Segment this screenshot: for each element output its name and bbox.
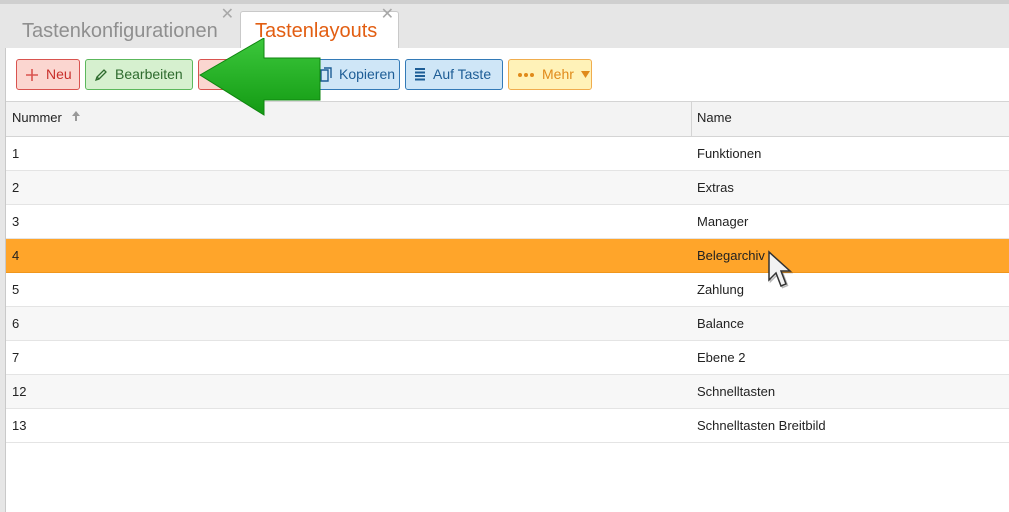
cell-number: 2 <box>12 180 20 195</box>
content-panel: Neu Bearbeiten Kopieren Auf Taste Mehr N… <box>5 48 1009 512</box>
cell-number: 5 <box>12 282 20 297</box>
data-grid: Nummer Name 1 Funktionen 2 Extras 3 Mana… <box>6 101 1009 443</box>
assign-key-button-label: Auf Taste <box>433 66 492 82</box>
column-header-number[interactable]: Nummer <box>12 102 81 134</box>
new-button-label: Neu <box>46 66 72 82</box>
cell-number: 6 <box>12 316 20 331</box>
list-icon <box>414 67 426 82</box>
tab-label: Tastenkonfigurationen <box>22 20 218 42</box>
grid-header: Nummer Name <box>6 101 1009 137</box>
cell-number: 13 <box>12 418 27 433</box>
toolbar: Neu Bearbeiten Kopieren Auf Taste Mehr <box>6 48 1009 101</box>
cell-number: 4 <box>12 248 20 263</box>
close-icon[interactable]: ✕ <box>221 5 234 25</box>
column-divider[interactable] <box>691 102 692 136</box>
cell-name: Schnelltasten Breitbild <box>697 418 826 433</box>
cell-number: 7 <box>12 350 20 365</box>
close-icon[interactable]: ✕ <box>381 5 394 25</box>
assign-key-button[interactable]: Auf Taste <box>405 59 503 90</box>
edit-button-label: Bearbeiten <box>115 66 183 82</box>
column-header-name[interactable]: Name <box>697 102 732 134</box>
more-button[interactable]: Mehr <box>508 59 592 90</box>
mouse-cursor-icon <box>768 250 793 289</box>
table-row[interactable]: 12 Schnelltasten <box>6 375 1009 409</box>
plus-icon <box>25 68 39 82</box>
grid-body: 1 Funktionen 2 Extras 3 Manager 4 Belega… <box>6 137 1009 443</box>
cell-name: Belegarchiv <box>697 248 765 263</box>
table-row[interactable]: 13 Schnelltasten Breitbild <box>6 409 1009 443</box>
table-row[interactable]: 7 Ebene 2 <box>6 341 1009 375</box>
cell-number: 12 <box>12 384 27 399</box>
sort-up-icon <box>71 102 81 134</box>
cell-name: Funktionen <box>697 146 762 161</box>
cell-name: Zahlung <box>697 282 744 297</box>
tab-bar: Tastenkonfigurationen ✕ Tastenlayouts ✕ <box>0 0 1009 52</box>
cell-name: Schnelltasten <box>697 384 776 399</box>
cell-name: Balance <box>697 316 744 331</box>
table-row-selected[interactable]: 4 Belegarchiv <box>6 239 1009 273</box>
copy-button-label: Kopieren <box>339 66 396 82</box>
pencil-icon <box>94 68 108 82</box>
annotation-arrow-icon <box>199 38 321 116</box>
table-row[interactable]: 5 Zahlung <box>6 273 1009 307</box>
more-button-label: Mehr <box>542 66 574 82</box>
dots-icon <box>517 72 535 78</box>
table-row[interactable]: 2 Extras <box>6 171 1009 205</box>
new-button[interactable]: Neu <box>16 59 80 90</box>
caret-down-icon <box>580 71 590 78</box>
cell-name: Extras <box>697 180 734 195</box>
cell-name: Manager <box>697 214 749 229</box>
edit-button[interactable]: Bearbeiten <box>85 59 193 90</box>
cell-number: 3 <box>12 214 20 229</box>
table-row[interactable]: 1 Funktionen <box>6 137 1009 171</box>
table-row[interactable]: 3 Manager <box>6 205 1009 239</box>
cell-number: 1 <box>12 146 20 161</box>
cell-name: Ebene 2 <box>697 350 746 365</box>
table-row[interactable]: 6 Balance <box>6 307 1009 341</box>
